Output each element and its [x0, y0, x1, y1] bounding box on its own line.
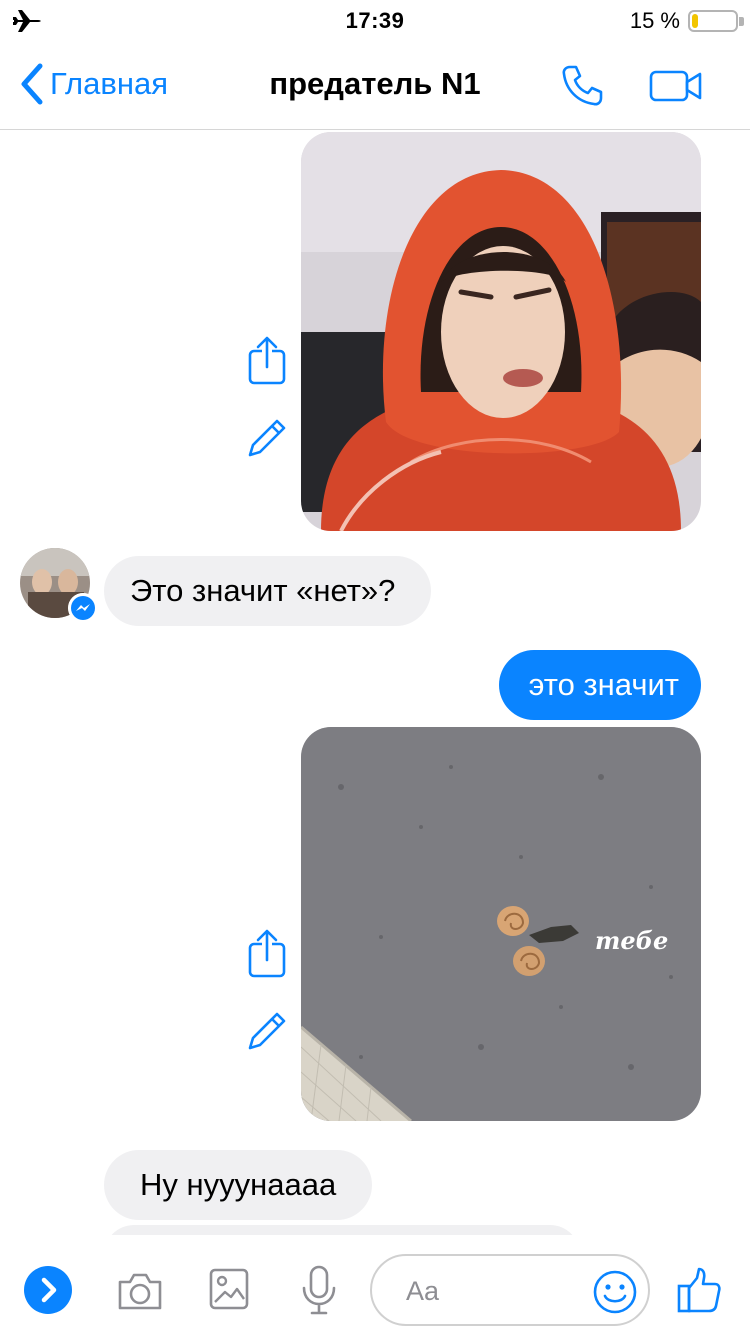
smile-icon[interactable]: [592, 1269, 638, 1315]
conversation-title[interactable]: предатель N1: [0, 66, 750, 102]
chevron-right-icon[interactable]: [24, 1266, 72, 1314]
outgoing-message[interactable]: это значит: [498, 650, 701, 720]
gallery-icon[interactable]: [208, 1266, 250, 1312]
phone-icon[interactable]: [558, 62, 606, 110]
video-camera-icon[interactable]: [648, 66, 704, 106]
incoming-message[interactable]: Ну нууунаааа: [104, 1150, 373, 1220]
incoming-message[interactable]: Это значит «нет»?: [104, 556, 432, 626]
incoming-message-partial: [104, 1225, 580, 1235]
share-icon[interactable]: [244, 928, 290, 980]
message-input-placeholder: Aa: [406, 1276, 440, 1306]
microphone-icon[interactable]: [300, 1264, 338, 1316]
share-icon[interactable]: [244, 335, 290, 387]
battery-icon: [688, 10, 738, 32]
battery-level: [692, 14, 698, 28]
camera-icon[interactable]: [116, 1270, 164, 1312]
photo-hooded-person: [301, 132, 701, 531]
status-bar: 17:39 15 %: [0, 0, 750, 42]
battery-cap: [739, 17, 744, 26]
message-input[interactable]: Aa: [370, 1254, 650, 1326]
messenger-badge-icon: [68, 593, 98, 623]
edit-pencil-icon[interactable]: [244, 1008, 290, 1054]
battery-percent: 15 %: [629, 8, 680, 33]
photo-message-snails[interactable]: тебе: [301, 727, 701, 1121]
thumbs-up-icon[interactable]: [676, 1266, 722, 1314]
photo-snails-asphalt: тебе: [301, 727, 701, 1121]
message-list[interactable]: Это значит «нет»? это значит тебе Ну нуу…: [0, 131, 750, 1235]
composer-bar: Aa: [0, 1236, 750, 1334]
edit-pencil-icon[interactable]: [244, 415, 290, 461]
photo-message-hood[interactable]: [301, 132, 701, 531]
photo-caption: тебе: [595, 926, 668, 955]
conversation-header: Главная предатель N1: [0, 42, 750, 130]
